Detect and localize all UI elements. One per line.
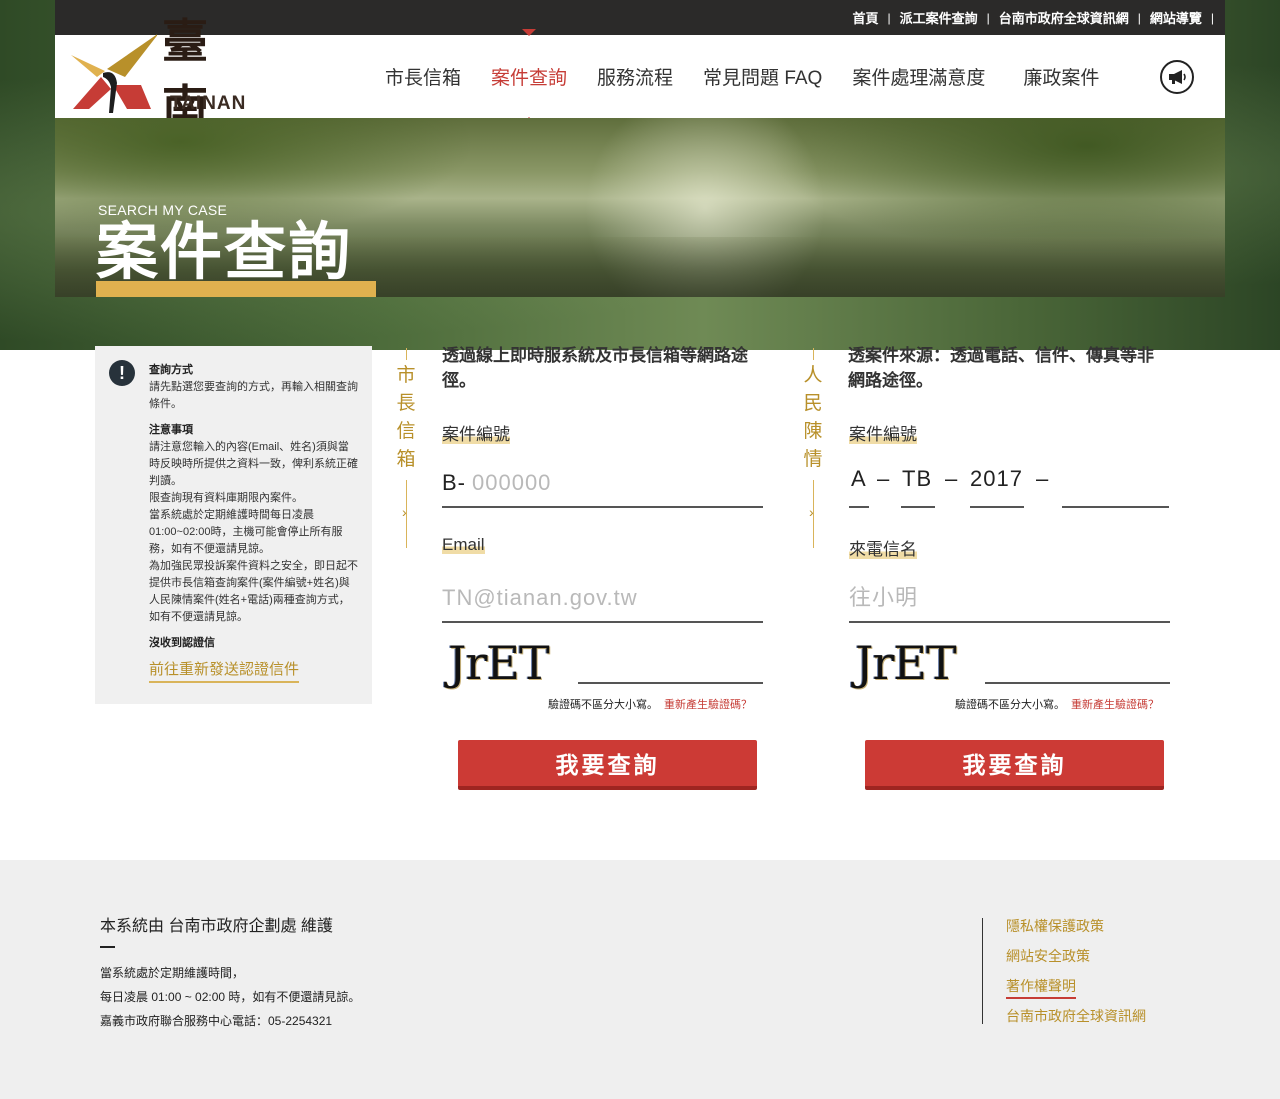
logo-english: TAINAN bbox=[170, 93, 247, 114]
site-footer: 本系統由 台南市政府企劃處 維護 當系統處於定期維護時間， 每日凌晨 01:00… bbox=[0, 860, 1280, 1099]
nav-integrity-cases[interactable]: 廉政案件 bbox=[1023, 63, 1099, 90]
megaphone-icon[interactable] bbox=[1160, 60, 1194, 94]
info-note-1: 請注意您輸入的內容(Email、姓名)須與當時反映時所提供之資料一致，俾利系統正… bbox=[149, 441, 358, 487]
section-title-citizen-petition: 人民陳情 bbox=[803, 365, 823, 470]
section-title-mayor-mailbox: 市長信箱 bbox=[396, 365, 416, 470]
footer-link-security[interactable]: 網站安全政策 bbox=[1006, 946, 1090, 966]
exclamation-icon: ! bbox=[109, 360, 135, 386]
info-note-2: 限查詢現有資料庫期限內案件。 bbox=[149, 492, 303, 504]
util-link-dispatch[interactable]: 派工案件查詢 bbox=[900, 8, 978, 27]
captcha-input[interactable] bbox=[578, 682, 763, 684]
caller-name-field[interactable] bbox=[849, 583, 1170, 623]
main-nav: 市長信箱 案件查詢 服務流程 常見問題 FAQ 案件處理滿意度 廉政案件 bbox=[385, 29, 1129, 124]
util-link-sitemap[interactable]: 網站導覽 bbox=[1150, 8, 1202, 27]
nav-satisfaction[interactable]: 案件處理滿意度 bbox=[852, 63, 985, 90]
nav-case-search[interactable]: 案件查詢 bbox=[491, 29, 567, 124]
captcha-input[interactable] bbox=[985, 682, 1170, 684]
right-form-heading: 透案件來源：透過電話、信件、傳真等非網路途徑。 bbox=[848, 346, 1154, 390]
petition-search-button[interactable]: 我要查詢 bbox=[865, 740, 1164, 790]
footer-link-copyright[interactable]: 著作權聲明 bbox=[1006, 976, 1076, 999]
captcha-note: 驗證碼不區分大小寫。 重新產生驗證碼？ bbox=[955, 699, 1159, 711]
info-heading-method: 查詢方式 bbox=[149, 364, 193, 376]
captcha-image: JrET bbox=[855, 636, 957, 690]
info-panel: ! 查詢方式 請先點選您要查詢的方式，再輸入相關查詢條件。 注意事項 請注意您輸… bbox=[95, 346, 372, 704]
info-note-4: 為加強民眾投訴案件資料之安全，即日起不提供市長信箱查詢案件(案件編號+姓名)與人… bbox=[149, 560, 358, 623]
email-input[interactable] bbox=[442, 585, 763, 611]
util-link-home[interactable]: 首頁 bbox=[852, 8, 878, 27]
nav-faq[interactable]: 常見問題 FAQ bbox=[703, 63, 822, 90]
case-seg-dash-2: – bbox=[945, 466, 959, 491]
info-text-method: 請先點選您要查詢的方式，再輸入相關查詢條件。 bbox=[149, 381, 358, 410]
case-seg-tb: TB bbox=[902, 466, 933, 491]
resend-verification-link[interactable]: 前往重新發送認證信件 bbox=[149, 658, 300, 683]
left-case-label: 案件編號 bbox=[442, 425, 510, 444]
email-field[interactable] bbox=[442, 583, 763, 623]
case-seg-year: 2017 bbox=[970, 466, 1023, 491]
case-seg-tb-field[interactable] bbox=[901, 506, 935, 508]
right-case-label: 案件編號 bbox=[849, 425, 917, 444]
tainan-emblem-icon bbox=[71, 34, 157, 113]
caller-name-input[interactable] bbox=[849, 585, 1170, 611]
chevron-right-icon: › bbox=[402, 504, 407, 520]
regenerate-captcha-link[interactable]: 重新產生驗證碼？ bbox=[664, 699, 752, 711]
page-title: 案件查詢 bbox=[96, 218, 353, 287]
case-prefix: B- bbox=[442, 470, 466, 495]
tainan-logo[interactable]: 臺南 TAINAN bbox=[67, 5, 257, 134]
chevron-right-icon: › bbox=[809, 504, 814, 520]
case-seg-number-field[interactable] bbox=[1062, 506, 1169, 508]
mailbox-search-button[interactable]: 我要查詢 bbox=[458, 740, 757, 790]
mailbox-case-number-field[interactable]: B- bbox=[442, 468, 763, 508]
case-seg-a-field[interactable] bbox=[849, 506, 869, 508]
nav-service-flow[interactable]: 服務流程 bbox=[597, 63, 673, 90]
nav-mayor-mailbox[interactable]: 市長信箱 bbox=[385, 63, 461, 90]
case-seg-year-field[interactable] bbox=[970, 506, 1024, 508]
captcha-image: JrET bbox=[448, 636, 550, 690]
right-name-label: 來電信名 bbox=[849, 540, 917, 559]
footer-maintenance-line-2: 每日凌晨 01:00 ~ 02:00 時，如有不便還請見諒。 bbox=[100, 990, 361, 1004]
info-note-3: 當系統處於定期維護時間每日凌晨01:00~02:00時，主機可能會停止所有服務，… bbox=[149, 509, 343, 555]
captcha-note: 驗證碼不區分大小寫。 重新產生驗證碼？ bbox=[548, 699, 752, 711]
page-shell: 首頁 | 派工案件查詢 | 台南市政府全球資訊網 | 網站導覽 | 臺南 TAINAN … bbox=[55, 0, 1225, 297]
left-email-label: Email bbox=[442, 535, 485, 554]
case-seg-a: A bbox=[851, 466, 867, 491]
hero-subtitle: SEARCH MY CASE bbox=[98, 202, 228, 218]
info-heading-notes: 注意事項 bbox=[149, 424, 193, 436]
footer-link-gov-portal[interactable]: 台南市政府全球資訊網 bbox=[1006, 1006, 1146, 1026]
case-seg-dash-1: – bbox=[877, 466, 891, 491]
footer-phone: 嘉義市政府聯合服務中心電話：05-2254321 bbox=[100, 1014, 333, 1028]
footer-link-privacy[interactable]: 隱私權保護政策 bbox=[1006, 916, 1104, 936]
hero-banner: SEARCH MY CASE 案件查詢 bbox=[55, 118, 1225, 297]
regenerate-captcha-link[interactable]: 重新產生驗證碼？ bbox=[1071, 699, 1159, 711]
case-seg-dash-3: – bbox=[1036, 466, 1050, 491]
mailbox-case-number-input[interactable] bbox=[472, 470, 763, 496]
util-link-gov-portal[interactable]: 台南市政府全球資訊網 bbox=[999, 8, 1129, 27]
footer-maintenance-line-1: 當系統處於定期維護時間， bbox=[100, 966, 245, 980]
footer-maintainer: 本系統由 台南市政府企劃處 維護 bbox=[100, 918, 333, 935]
main-header: 臺南 TAINAN 市長信箱 案件查詢 服務流程 常見問題 FAQ 案件處理滿意… bbox=[55, 14, 1225, 134]
info-heading-no-email: 沒收到認證信 bbox=[149, 637, 215, 649]
left-form-heading: 透過線上即時服系統及市長信箱等網路途徑。 bbox=[442, 346, 748, 390]
